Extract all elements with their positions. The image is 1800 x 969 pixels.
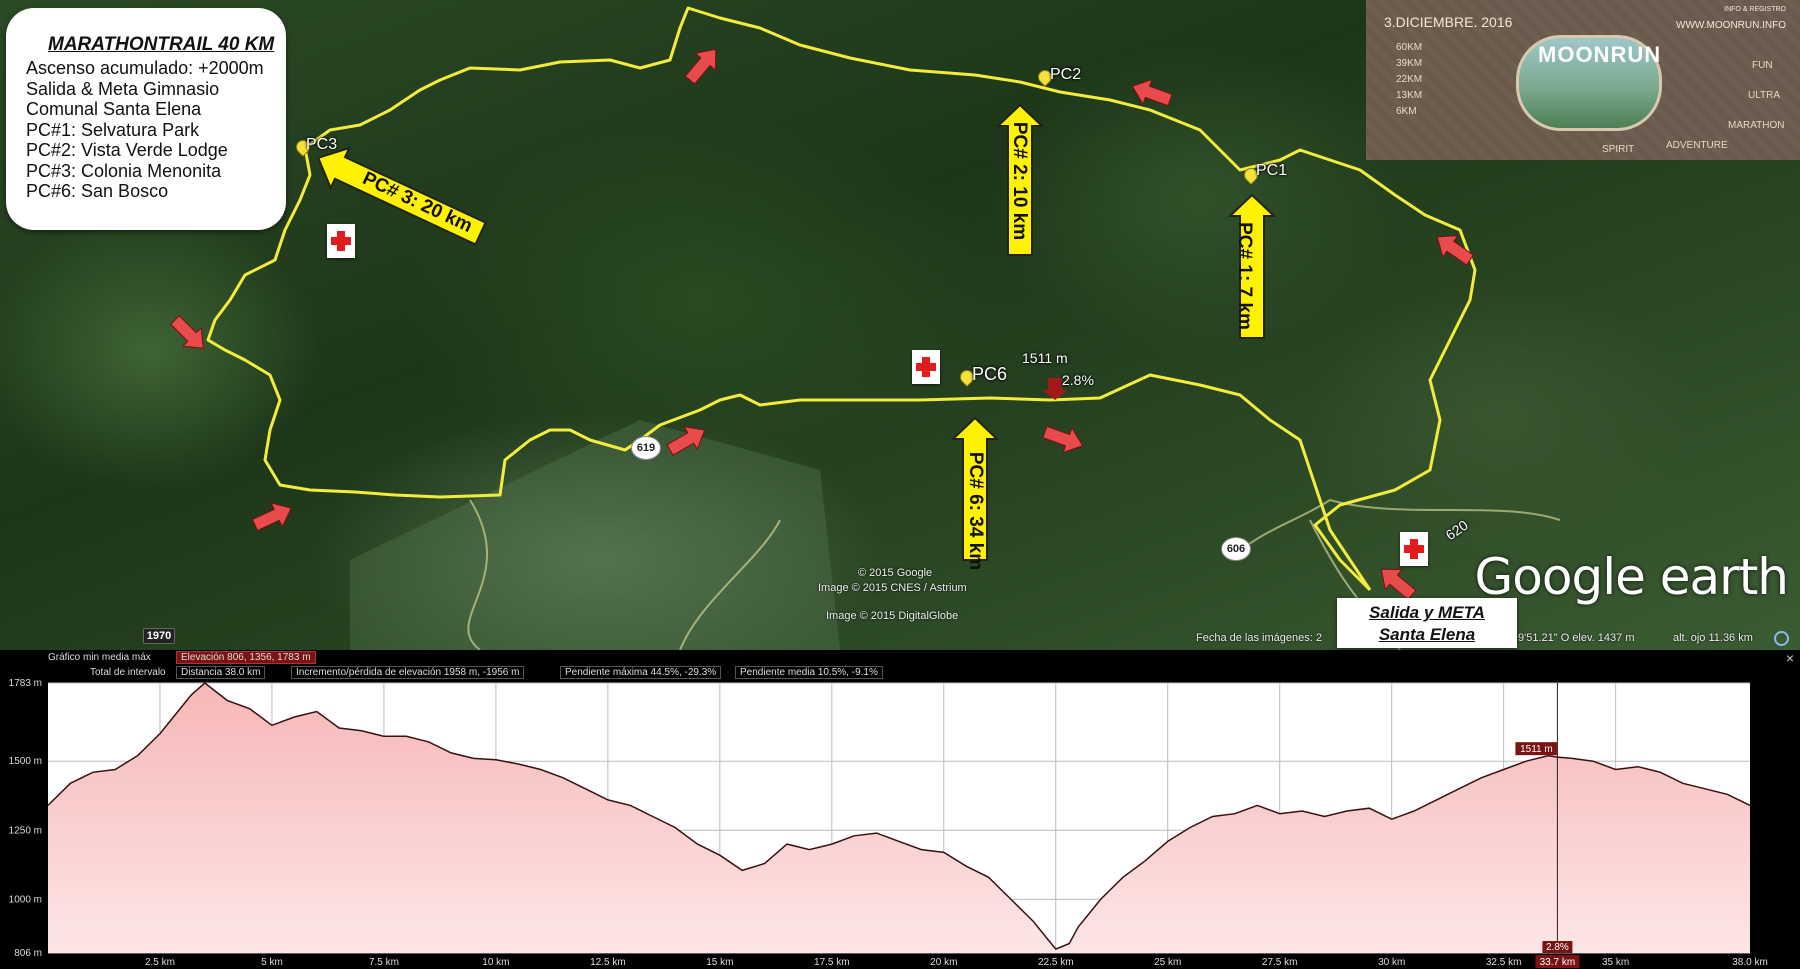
moonrun-logo: 3.DICIEMBRE. 2016 INFO & REGISTRO WWW.MO…	[1366, 0, 1800, 160]
aid-station-icon	[327, 224, 355, 258]
x-tick-label: 15 km	[706, 957, 733, 968]
credit-cnes: Image © 2015 CNES / Astrium	[818, 582, 967, 594]
status-globe-icon[interactable]	[1774, 631, 1789, 646]
elevation-profile-panel[interactable]: Gráfico min media máx Elevación 806, 135…	[0, 650, 1800, 969]
logo-brand: MOONRUN	[1538, 42, 1662, 67]
credit-google: © 2015 Google	[858, 567, 933, 579]
logo-info: INFO & REGISTRO	[1724, 6, 1786, 13]
info-line: Comunal Santa Elena	[26, 99, 202, 119]
route-arrow	[684, 48, 717, 85]
info-line: PC#1: Selvatura Park	[26, 119, 200, 140]
cursor-coordinates: 9'51.21" O elev. 1437 m	[1518, 632, 1635, 644]
x-tick-label: 12.5 km	[590, 957, 626, 968]
y-tick-label: 806 m	[14, 948, 42, 959]
aid-station-icon	[1400, 532, 1428, 566]
race-title: MARATHONTRAIL 40 KM	[48, 34, 275, 55]
x-tick-label: 17.5 km	[814, 957, 850, 968]
event-date: 3.DICIEMBRE. 2016	[1384, 14, 1513, 30]
x-tick-label: 7.5 km	[369, 957, 399, 968]
elevation-chart[interactable]: 1783 m 1500 m 1250 m 1000 m 806 m 2.5 km 5 km 7…	[0, 650, 1800, 969]
x-tick-label: 30 km	[1378, 957, 1405, 968]
road-sign-1970: 1970	[143, 628, 175, 644]
pc6-label: PC6	[972, 364, 1008, 384]
logo-word: ULTRA	[1748, 90, 1781, 101]
road-sign-619: 619	[631, 436, 661, 460]
start-finish-line2: Santa Elena	[1378, 625, 1476, 644]
x-tick-label: 38.0 km	[1732, 957, 1768, 968]
x-tick-label: 22.5 km	[1038, 957, 1074, 968]
x-tick-label: 5 km	[261, 957, 283, 968]
pc1-label: PC1	[1256, 162, 1288, 179]
logo-distance: 22KM	[1396, 74, 1423, 85]
logo-distance: 13KM	[1396, 90, 1423, 101]
y-tick-label: 1500 m	[9, 756, 42, 767]
info-line: PC#2: Vista Verde Lodge	[26, 140, 228, 160]
cursor-elevation-label: 1511 m	[1022, 350, 1068, 366]
cursor-grade-label: 2.8%	[1546, 942, 1569, 953]
pc6-badge: PC# 6: 34 km	[965, 451, 987, 571]
pc2-badge: PC# 2: 10 km	[1009, 121, 1031, 241]
x-tick-label: 35 km	[1602, 957, 1629, 968]
logo-word: ADVENTURE	[1666, 140, 1728, 151]
pc1-badge: PC# 1: 7 km	[1233, 222, 1255, 330]
logo-word: SPIRIT	[1602, 144, 1635, 155]
x-tick-label: 27.5 km	[1262, 957, 1298, 968]
start-finish-box: Salida y META Santa Elena	[1337, 598, 1517, 648]
y-tick-label: 1250 m	[9, 825, 42, 836]
logo-distance: 60KM	[1396, 42, 1423, 53]
pc3-label: PC3	[306, 136, 338, 153]
google-earth-logo: Google earth	[1474, 548, 1789, 606]
event-url: WWW.MOONRUN.INFO	[1676, 20, 1786, 31]
route-arrow	[170, 315, 204, 349]
logo-distance: 39KM	[1396, 58, 1423, 69]
cursor-dist-label: 33.7 km	[1540, 957, 1576, 968]
race-info-box: MARATHONTRAIL 40 KM Ascenso acumulado: +…	[6, 8, 286, 230]
eye-altitude: alt. ojo 11.36 km	[1673, 632, 1753, 644]
y-tick-label: 1783 m	[9, 678, 42, 689]
logo-word: FUN	[1752, 60, 1773, 71]
y-tick-label: 1000 m	[9, 894, 42, 905]
route-arrow	[251, 502, 292, 532]
x-tick-label: 32.5 km	[1486, 957, 1522, 968]
info-line: PC#3: Colonia Menonita	[26, 160, 222, 181]
logo-distance: 6KM	[1396, 106, 1417, 117]
info-line: Salida & Meta Gimnasio	[26, 78, 220, 99]
x-tick-label: 10 km	[482, 957, 509, 968]
credit-digitalglobe: Image © 2015 DigitalGlobe	[826, 610, 959, 622]
info-line: Ascenso acumulado: +2000m	[26, 58, 264, 78]
route-arrow	[1436, 235, 1475, 266]
start-finish-line1: Salida y META	[1369, 603, 1485, 622]
logo-word: MARATHON	[1728, 120, 1785, 131]
satellite-map[interactable]: PC# 2: 10 km PC# 1: 7 km PC# 6: 34 km PC…	[0, 0, 1800, 650]
cursor-grade-label: 2.8%	[1062, 372, 1094, 388]
road-sign-606: 606	[1221, 537, 1251, 561]
x-tick-label: 25 km	[1154, 957, 1181, 968]
cursor-elev-label: 1511 m	[1520, 744, 1553, 755]
imagery-date: Fecha de las imágenes: 2	[1196, 632, 1322, 644]
pc2-label: PC2	[1050, 66, 1082, 83]
x-tick-label: 20 km	[930, 957, 957, 968]
info-line: PC#6: San Bosco	[26, 181, 169, 201]
aid-station-icon	[912, 350, 940, 384]
valley-area	[350, 420, 840, 650]
x-tick-label: 2.5 km	[145, 957, 175, 968]
route-line	[206, 6, 1477, 592]
route-arrow	[1042, 425, 1084, 454]
